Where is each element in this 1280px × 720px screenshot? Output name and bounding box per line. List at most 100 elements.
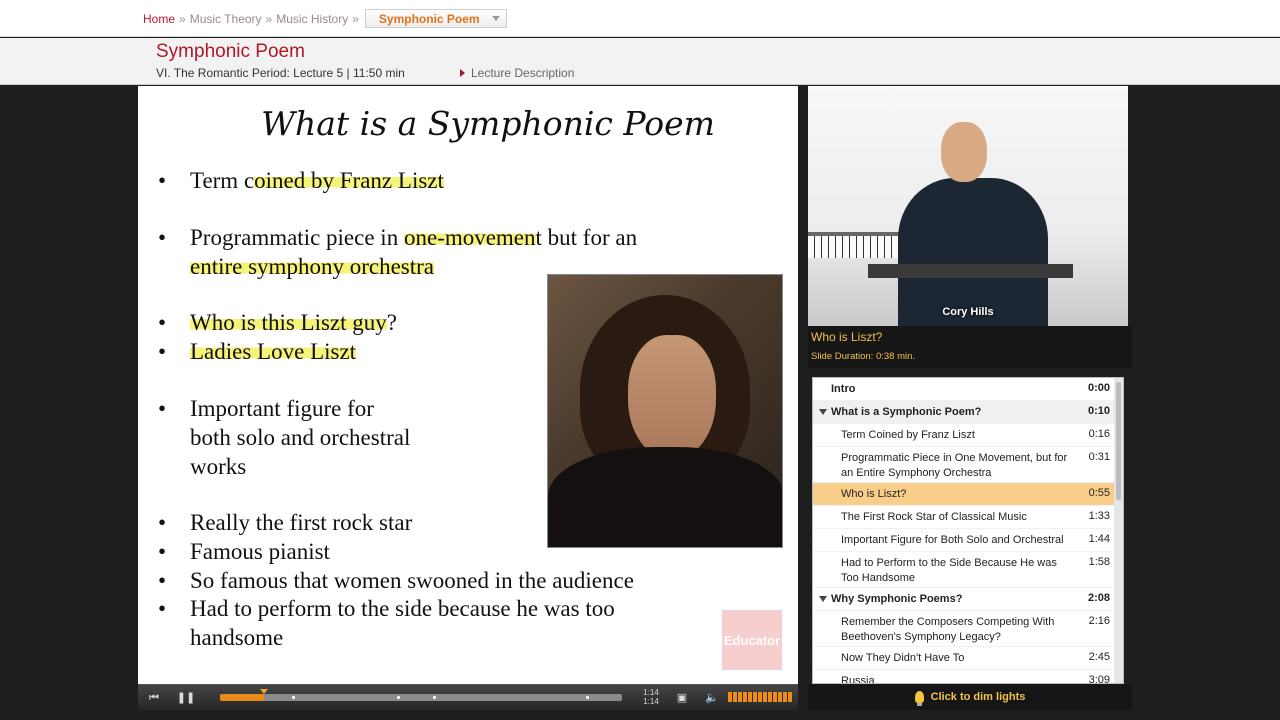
toc-item-label: Remember the Composers Competing With Be… bbox=[841, 616, 1055, 643]
bullet-dot: • bbox=[158, 396, 167, 421]
portrait-coat bbox=[548, 447, 782, 547]
toc-item-time: 2:08 bbox=[1087, 592, 1110, 604]
toc-item-time: 1:33 bbox=[1088, 510, 1110, 522]
chapter-marker[interactable] bbox=[585, 696, 589, 699]
bullet-dot: • bbox=[158, 596, 167, 621]
toc-item[interactable]: Programmatic Piece in One Movement, but … bbox=[813, 447, 1116, 483]
breadcrumb-separator: » bbox=[352, 11, 359, 26]
toc-scroll-thumb[interactable] bbox=[1116, 382, 1121, 500]
toc-item-label: The First Rock Star of Classical Music bbox=[841, 511, 1027, 523]
bullet-text: Famous pianist bbox=[190, 539, 330, 564]
bullet-text: handsome bbox=[190, 625, 284, 650]
toc-item-time: 0:55 bbox=[1088, 487, 1110, 499]
bullet-text: Who is this Liszt guy? bbox=[190, 308, 397, 337]
bullet-text-highlight: oined by Franz Liszt bbox=[254, 168, 444, 193]
progress-knob[interactable] bbox=[260, 689, 269, 694]
toc-item-time: 3:09 bbox=[1088, 674, 1110, 684]
triangle-down-icon bbox=[819, 409, 827, 415]
lecture-meta: VI. The Romantic Period: Lecture 5 | 11:… bbox=[156, 66, 405, 80]
bullet-text-plain: ? bbox=[386, 310, 397, 335]
chapter-marker[interactable] bbox=[396, 696, 400, 699]
bullet-text-plain: Term c bbox=[190, 168, 255, 193]
toc-item[interactable]: Russia 3:09 bbox=[813, 670, 1116, 684]
educator-watermark-logo: Educator bbox=[722, 610, 782, 670]
breadcrumb: Home » Music Theory » Music History » Sy… bbox=[143, 9, 507, 28]
bullet-text: works bbox=[190, 454, 247, 479]
toc-item[interactable]: Now They Didn't Have To 2:45 bbox=[813, 647, 1116, 670]
breadcrumb-home[interactable]: Home bbox=[143, 12, 175, 26]
current-slide-title: Who is Liszt? bbox=[811, 330, 883, 344]
time-current: 1:14 bbox=[643, 688, 659, 697]
dim-lights-button[interactable]: Click to dim lights bbox=[808, 684, 1132, 710]
bullet-text: Term coined by Franz Liszt bbox=[190, 166, 444, 195]
bullet-text-highlight: one-movemen bbox=[403, 225, 536, 250]
toc-section[interactable]: Intro 0:00 bbox=[813, 378, 1116, 401]
lecture-description-label: Lecture Description bbox=[471, 66, 575, 80]
progress-bar[interactable] bbox=[220, 689, 622, 701]
toc-item-label: Term Coined by Franz Liszt bbox=[841, 429, 975, 441]
toc-item-time: 0:00 bbox=[1087, 382, 1110, 394]
bullet-dot: • bbox=[158, 568, 167, 593]
bullet-text: So famous that women swooned in the audi… bbox=[190, 568, 634, 593]
lightbulb-icon bbox=[914, 691, 924, 706]
breadcrumb-separator: » bbox=[179, 11, 186, 26]
toc-item[interactable]: Who is Liszt? 0:55 bbox=[813, 483, 1116, 506]
toc-item-label: Had to Perform to the Side Because He wa… bbox=[841, 557, 1057, 584]
toc-item[interactable]: Important Figure for Both Solo and Orche… bbox=[813, 529, 1116, 552]
skip-back-icon[interactable]: ⏮ bbox=[144, 689, 164, 707]
pause-icon[interactable]: ❚❚ bbox=[176, 689, 196, 707]
chapter-marker[interactable] bbox=[433, 696, 437, 699]
breadcrumb-music-theory[interactable]: Music Theory bbox=[190, 12, 262, 26]
toc-item[interactable]: Remember the Composers Competing With Be… bbox=[813, 611, 1116, 647]
bullet-dot: • bbox=[158, 539, 167, 564]
bullet-text: Programmatic piece in one-movement but f… bbox=[190, 223, 637, 252]
lecture-title: Symphonic Poem bbox=[156, 41, 305, 62]
bullet-dot: • bbox=[158, 339, 167, 364]
toc-item[interactable]: Term Coined by Franz Liszt 0:16 bbox=[813, 424, 1116, 447]
lecture-description-link[interactable]: Lecture Description bbox=[460, 66, 574, 80]
toc-item-label: What is a Symphonic Poem? bbox=[831, 406, 982, 418]
toc-item-time: 2:16 bbox=[1088, 615, 1110, 627]
toc-item-time: 1:44 bbox=[1088, 533, 1110, 545]
bullet-text: Ladies Love Liszt bbox=[190, 337, 357, 366]
toc-item-label: Russia bbox=[841, 675, 875, 684]
bullet-text: entire symphony orchestra bbox=[190, 252, 434, 281]
toc-item[interactable]: The First Rock Star of Classical Music 1:… bbox=[813, 506, 1116, 529]
toc-scrollbar[interactable] bbox=[1114, 378, 1123, 683]
slide-duration: Slide Duration: 0:38 min. bbox=[811, 351, 916, 362]
toc-item[interactable]: Had to Perform to the Side Because He wa… bbox=[813, 552, 1116, 588]
toc-item-time: 0:31 bbox=[1088, 451, 1110, 463]
keyboard-stand bbox=[868, 264, 1073, 278]
toc-item-time: 0:10 bbox=[1087, 405, 1110, 417]
toc-section[interactable]: Why Symphonic Poems? 2:08 bbox=[813, 588, 1116, 611]
instructor-body bbox=[898, 178, 1048, 326]
toc-item-label: Who is Liszt? bbox=[841, 488, 907, 500]
current-slide-info: Who is Liszt? Slide Duration: 0:38 min. bbox=[808, 326, 1132, 368]
bullet-dot: • bbox=[158, 510, 167, 535]
toc-item-label: Programmatic Piece in One Movement, but … bbox=[841, 452, 1068, 479]
bullet-text: Had to perform to the side because he wa… bbox=[190, 596, 615, 621]
breadcrumb-current-label: Symphonic Poem bbox=[378, 12, 480, 26]
chapter-marker[interactable] bbox=[292, 696, 296, 699]
toc-section[interactable]: What is a Symphonic Poem? 0:10 bbox=[813, 401, 1116, 424]
breadcrumb-music-history[interactable]: Music History bbox=[276, 12, 348, 26]
dim-lights-label: Click to dim lights bbox=[930, 691, 1026, 703]
chevron-down-icon bbox=[491, 16, 500, 21]
bullet-text: Really the first rock star bbox=[190, 510, 413, 535]
lecture-header: Symphonic Poem VI. The Romantic Period: … bbox=[0, 38, 1280, 85]
speaker-icon[interactable]: 🔈 bbox=[702, 689, 722, 707]
bullet-text-highlight: Who is this Liszt guy bbox=[190, 310, 387, 335]
bullet-dot: • bbox=[158, 225, 167, 250]
fullscreen-icon[interactable]: ▣ bbox=[672, 689, 692, 707]
instructor-video[interactable]: Cory Hills bbox=[808, 86, 1128, 326]
portrait-face bbox=[628, 335, 716, 459]
top-nav-bar: Home » Music Theory » Music History » Sy… bbox=[0, 0, 1280, 37]
volume-slider[interactable] bbox=[728, 692, 792, 702]
speaker-name: Cory Hills bbox=[942, 306, 994, 318]
breadcrumb-current-dropdown[interactable]: Symphonic Poem bbox=[364, 9, 507, 28]
bullet-text-plain: t but for an bbox=[535, 225, 638, 250]
bullet-text-plain: Programmatic piece in bbox=[190, 225, 404, 250]
bullet-text-highlight: entire symphony orchestra bbox=[190, 254, 434, 279]
toc-item-label: Now They Didn't Have To bbox=[841, 652, 965, 664]
toc-item-time: 0:16 bbox=[1088, 428, 1110, 440]
